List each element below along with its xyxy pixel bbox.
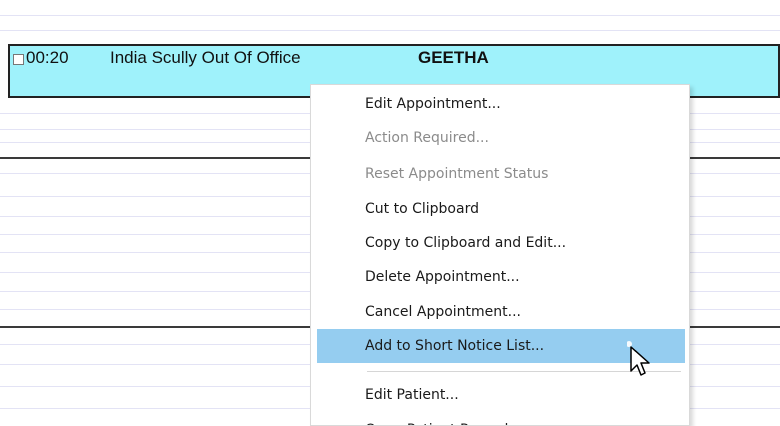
appointment-title: India Scully Out Of Office [110, 48, 301, 67]
grid-row-line [0, 30, 780, 31]
arrow-cursor-icon [627, 341, 650, 376]
menu-item-reset-appointment-status[interactable]: Reset Appointment Status [317, 157, 685, 191]
appointment-time: 00:20 [26, 48, 69, 67]
appointment-staff: GEETHA [418, 48, 489, 67]
menu-item-action-required[interactable]: Action Required... [317, 121, 685, 155]
appointment-checkbox[interactable] [13, 54, 24, 65]
menu-item-edit-patient[interactable]: Edit Patient... [317, 378, 685, 412]
menu-item-cancel-appointment[interactable]: Cancel Appointment... [317, 295, 685, 329]
grid-row-line [0, 15, 780, 16]
menu-item-delete-appointment[interactable]: Delete Appointment... [317, 260, 685, 294]
menu-item-cut-to-clipboard[interactable]: Cut to Clipboard [317, 192, 685, 226]
menu-item-edit-appointment[interactable]: Edit Appointment... [317, 87, 685, 121]
menu-item-open-patient-record[interactable]: Open Patient Record [317, 413, 685, 425]
menu-item-copy-to-clipboard-and-edit[interactable]: Copy to Clipboard and Edit... [317, 226, 685, 260]
